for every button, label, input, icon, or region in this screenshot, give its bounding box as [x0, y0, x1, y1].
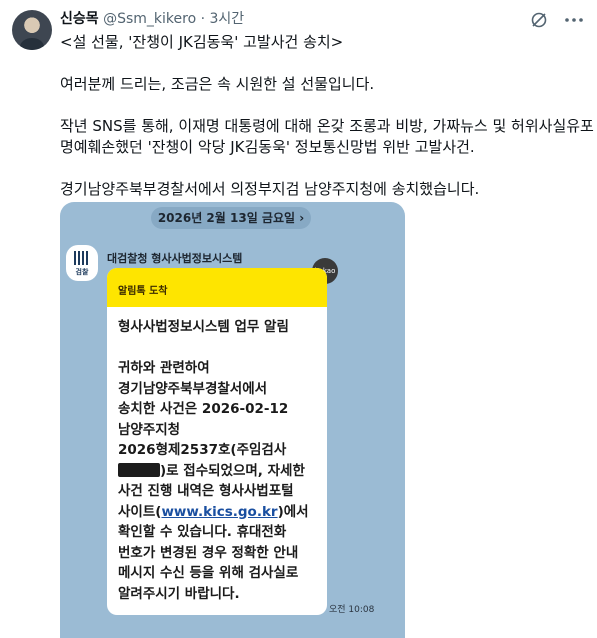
message-bubble: 알림톡 도착 형사사법정보시스템 업무 알림 귀하와 관련하여 경기남양주북부경… [107, 268, 327, 615]
message-line: 송치한 사건은 2026-02-12 [118, 401, 289, 417]
message-fragment: )로 접수되었으며, 자세한 [160, 462, 305, 479]
message-line: 형사사법정보시스템 업무 알림 [118, 319, 289, 335]
message-fragment: )에서 [277, 503, 309, 520]
post-image[interactable]: 2026년 2월 13일 금요일 › 검찰 대검찰청 형사사법정보시스템 kak… [60, 202, 405, 638]
post-text: <설 선물, '잔챙이 JK김동욱' 고발사건 송치> 여러분께 드리는, 조금… [60, 32, 594, 200]
prosecution-logo-icon [74, 251, 90, 265]
post-line: 명예훼손했던 '잔챙이 악당 JK김동욱' 정보통신망법 위반 고발사건. [60, 138, 475, 156]
channel-logo-text: 검찰 [75, 268, 89, 276]
message-timestamp: 오전 10:08 [329, 605, 375, 615]
redacted-block [118, 462, 160, 477]
more-options-icon[interactable] [562, 11, 586, 29]
message-line: 2026형제2537호(주임검사 [118, 442, 287, 458]
message-fragment: 사이트( [118, 503, 162, 520]
post-line: 작년 SNS를 통해, 이재명 대통령에 대해 온갖 조롱과 비방, 가짜뉴스 … [60, 117, 594, 135]
bubble-header: 알림톡 도착 [107, 268, 327, 307]
message-line: 알려주시기 바랍니다. [118, 585, 240, 602]
date-pill: 2026년 2월 13일 금요일 › [151, 207, 311, 229]
message-line: )로 접수되었으며, 자세한 [118, 461, 327, 482]
post-time[interactable]: 3시간 [210, 11, 245, 27]
message-line: 번호가 변경된 경우 정확한 안내 [118, 544, 299, 561]
message-line: 사건 진행 내역은 형사사법포털 [118, 483, 294, 499]
post-line: 여러분께 드리는, 조금은 속 시원한 설 선물입니다. [60, 75, 375, 93]
kics-link[interactable]: www.kics.go.kr [161, 504, 277, 520]
post-line: 경기남양주북부경찰서에서 의정부지검 남양주지청에 송치했습니다. [60, 180, 480, 198]
post-title-line: <설 선물, '잔챙이 JK김동욱' 고발사건 송치> [60, 33, 344, 51]
message-line: 사이트(www.kics.go.kr)에서 [118, 502, 327, 523]
message-line: 남양주지청 [118, 421, 181, 438]
author-handle[interactable]: @Ssm_kikero [103, 11, 196, 27]
message-line: 경기남양주북부경찰서에서 [118, 380, 268, 397]
message-line: 메시지 수신 등을 위해 검사실로 [118, 565, 299, 581]
grok-icon[interactable] [530, 11, 548, 29]
message-line: 확인할 수 있습니다. 휴대전화 [118, 524, 287, 540]
post-header: 신승목 @Ssm_kikero · 3시간 [60, 10, 244, 28]
author-name[interactable]: 신승목 [60, 11, 99, 27]
header-separator: · [200, 11, 206, 27]
message-body: 형사사법정보시스템 업무 알림 귀하와 관련하여 경기남양주북부경찰서에서 송치… [107, 307, 327, 604]
author-avatar[interactable] [12, 10, 52, 50]
chevron-right-icon: › [299, 211, 305, 225]
date-label: 2026년 2월 13일 금요일 [157, 211, 296, 225]
channel-logo: 검찰 [66, 245, 98, 281]
channel-name: 대검찰청 형사사법정보시스템 [107, 252, 243, 265]
message-line: 귀하와 관련하여 [118, 360, 210, 376]
